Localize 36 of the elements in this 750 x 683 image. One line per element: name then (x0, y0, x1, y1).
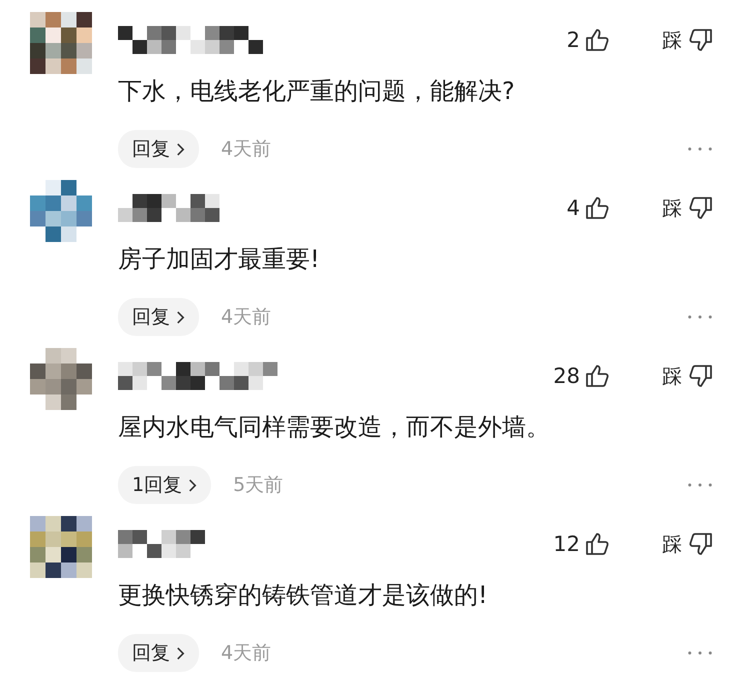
thumbs-down-icon[interactable] (688, 195, 714, 221)
like-count: 12 (553, 532, 580, 556)
comment-text: 房子加固才最重要! (118, 244, 321, 275)
more-icon[interactable] (686, 650, 714, 656)
more-icon[interactable] (686, 314, 714, 320)
reply-button[interactable]: 回复 (118, 298, 199, 336)
thumbs-down-icon[interactable] (688, 27, 714, 53)
comment-text: 下水，电线老化严重的问题，能解决? (118, 76, 516, 107)
chevron-icon (176, 310, 185, 324)
chevron-icon (188, 478, 198, 492)
comment-time: 4天前 (221, 641, 272, 666)
reply-button[interactable]: 回复 (118, 634, 199, 672)
like-count: 4 (566, 196, 580, 220)
thumbs-up-icon[interactable] (584, 363, 610, 389)
more-icon[interactable] (686, 146, 714, 152)
comment-time: 4天前 (221, 305, 272, 330)
more-icon[interactable] (686, 482, 714, 488)
chevron-icon (176, 646, 185, 660)
thumbs-up-icon[interactable] (584, 531, 610, 557)
comment-time: 4天前 (221, 137, 272, 162)
thumbs-down-icon[interactable] (688, 363, 714, 389)
dislike-label: 踩 (662, 530, 682, 558)
dislike-label: 踩 (662, 194, 682, 222)
comment-time: 5天前 (233, 473, 284, 498)
comment-text: 更换快锈穿的铸铁管道才是该做的! (118, 580, 489, 611)
like-count: 2 (566, 28, 580, 52)
chevron-icon (176, 142, 185, 156)
thumbs-up-icon[interactable] (584, 195, 610, 221)
reply-button[interactable]: 回复 (118, 130, 199, 168)
dislike-label: 踩 (662, 26, 682, 54)
thumbs-up-icon[interactable] (584, 27, 610, 53)
dislike-label: 踩 (662, 362, 682, 390)
thumbs-down-icon[interactable] (688, 531, 714, 557)
like-count: 28 (553, 364, 580, 388)
comment-text: 屋内水电气同样需要改造，而不是外墙。 (118, 412, 551, 443)
reply-button[interactable]: 1回复 (118, 466, 212, 504)
